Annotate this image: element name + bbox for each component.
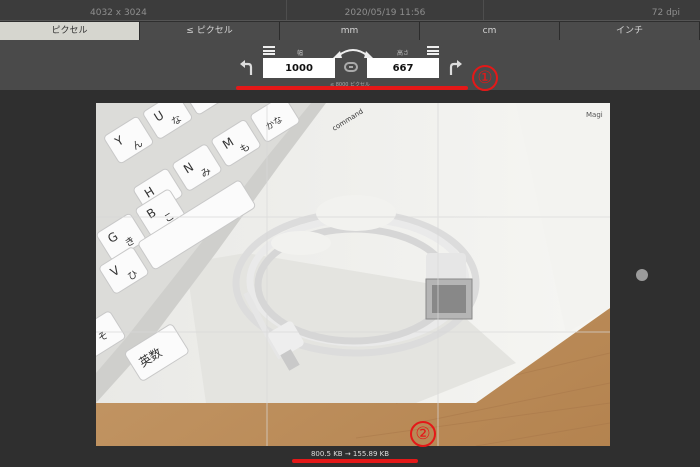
annotation-marker-2: ② <box>410 421 436 447</box>
svg-text:Magi: Magi <box>586 111 603 119</box>
annotation-marker-1: ① <box>472 65 498 91</box>
image-preview: Y ん U な J ま H く N み M も かな <box>96 103 610 446</box>
resize-controls: 幅 高さ ≤ 8000 ピクセル <box>0 40 700 90</box>
tab-inch[interactable]: インチ <box>560 22 700 40</box>
image-date: 2020/05/19 11:56 <box>286 0 483 20</box>
height-menu-icon[interactable] <box>427 46 439 55</box>
height-label: 高さ <box>397 50 410 57</box>
highlight-underline-1 <box>236 86 468 90</box>
unit-tabs: ピクセル ≤ ピクセル mm cm インチ <box>0 22 700 40</box>
height-input[interactable] <box>367 58 439 78</box>
image-dimensions: 4032 x 3024 <box>90 8 147 18</box>
image-dpi: 72 dpi <box>483 0 700 20</box>
image-info-bar: 4032 x 3024 2020/05/19 11:56 72 dpi <box>0 0 700 21</box>
scroll-indicator[interactable] <box>636 269 648 281</box>
rotate-right-icon[interactable] <box>446 58 466 78</box>
tab-cm[interactable]: cm <box>420 22 560 40</box>
tab-max-pixel[interactable]: ≤ ピクセル <box>140 22 280 40</box>
width-menu-icon[interactable] <box>263 46 275 55</box>
link-aspect-icon[interactable] <box>344 62 358 72</box>
width-label: 幅 <box>297 50 304 57</box>
tab-pixel[interactable]: ピクセル <box>0 22 140 40</box>
highlight-underline-2 <box>292 459 418 463</box>
tab-mm[interactable]: mm <box>280 22 420 40</box>
rotate-left-icon[interactable] <box>236 58 256 78</box>
width-input[interactable] <box>263 58 335 78</box>
photo-keyboard-cable: Y ん U な J ま H く N み M も かな <box>96 103 610 446</box>
file-size-info: 800.5 KB → 155.89 KB <box>310 450 390 458</box>
